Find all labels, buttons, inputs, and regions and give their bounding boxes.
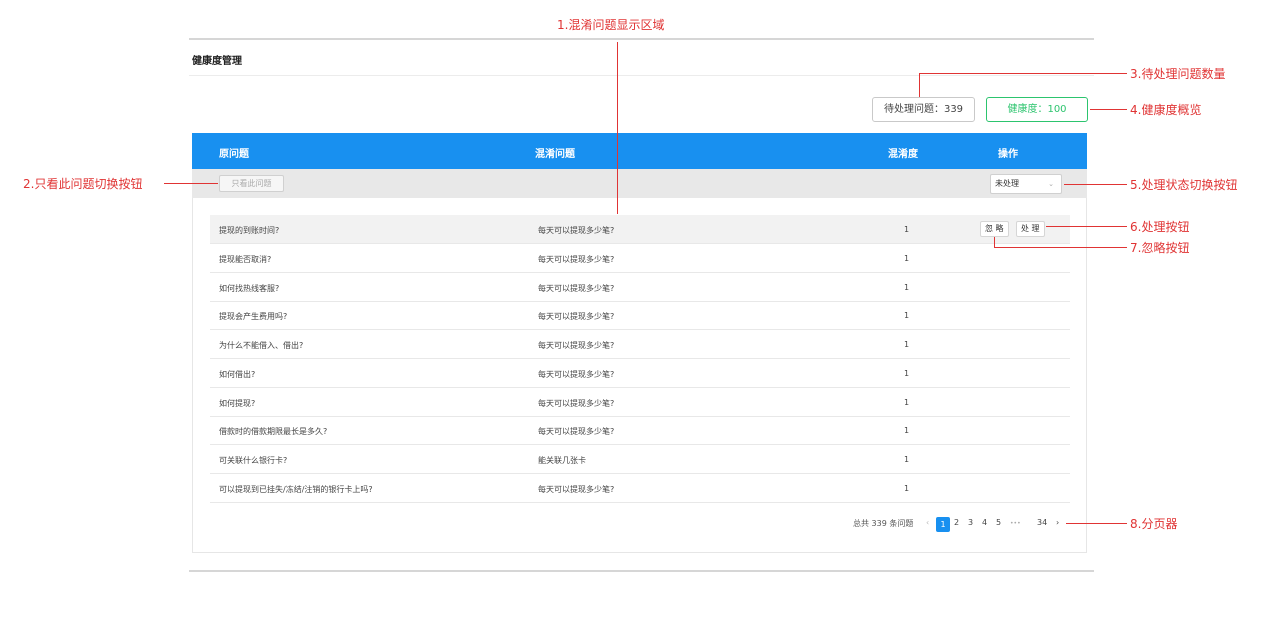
page-1-button[interactable]: 1: [936, 517, 950, 532]
annotation-2-line: [164, 183, 218, 184]
confusion-degree-cell: 1: [904, 426, 910, 436]
confused-question-cell: 能关联几张卡: [538, 456, 586, 465]
confused-question-cell: 每天可以提现多少笔?: [538, 369, 615, 379]
confused-question-cell: 每天可以提现多少笔?: [538, 398, 615, 408]
annotation-2: 2.只看此问题切换按钮: [23, 177, 143, 191]
confused-question-cell: 每天可以提现多少笔?: [538, 341, 615, 350]
annotation-3-line-h: [919, 73, 1127, 74]
original-question-cell: 借款时的借款期限最长是多久?: [219, 427, 328, 437]
last-page-button[interactable]: 34: [1037, 518, 1047, 527]
header-action: 操作: [998, 149, 1018, 160]
prev-page-button[interactable]: ‹: [926, 518, 929, 527]
header-original: 原问题: [219, 149, 249, 160]
process-button[interactable]: 处 理: [1016, 221, 1045, 237]
confusion-degree-cell: 1: [904, 340, 910, 349]
original-question-cell: 提现能否取消?: [219, 254, 272, 264]
confusion-degree-cell: 1: [904, 311, 910, 321]
header-confused: 混淆问题: [535, 149, 575, 160]
only-this-question-button[interactable]: 只看此问题: [219, 175, 284, 192]
table-row: 为什么不能借入、借出? 每天可以提现多少笔? 1: [210, 330, 1070, 359]
annotation-5-line: [1064, 184, 1127, 185]
annotation-5: 5.处理状态切换按钮: [1130, 178, 1238, 192]
bottom-divider: [189, 570, 1094, 572]
original-question-cell: 如何借出?: [219, 369, 256, 379]
more-pages-icon[interactable]: •••: [1010, 520, 1021, 527]
annotation-8-line: [1066, 523, 1127, 524]
confusion-degree-cell: 1: [904, 282, 910, 292]
confused-question-cell: 每天可以提现多少笔?: [538, 484, 615, 494]
confusion-degree-cell: 1: [904, 397, 910, 407]
confused-question-cell: 每天可以提现多少笔?: [538, 226, 615, 235]
annotation-6-line: [1046, 226, 1127, 227]
annotation-1: 1.混淆问题显示区域: [557, 18, 665, 32]
page-4-button[interactable]: 4: [982, 518, 987, 527]
table-row: 可关联什么银行卡? 能关联几张卡 1: [210, 445, 1070, 474]
confused-question-cell: 每天可以提现多少笔?: [538, 254, 615, 264]
status-filter-select[interactable]: 未处理 ⌄: [990, 174, 1062, 194]
table-row: 借款时的借款期限最长是多久? 每天可以提现多少笔? 1: [210, 416, 1070, 446]
page-3-button[interactable]: 3: [968, 518, 973, 527]
original-question-cell: 可关联什么银行卡?: [219, 456, 288, 465]
confusion-degree-cell: 1: [904, 455, 910, 464]
health-score-badge: 健康度：100: [986, 97, 1088, 122]
filter-bar: [192, 169, 1087, 198]
ignore-button[interactable]: 忽 略: [980, 221, 1009, 237]
original-question-cell: 可以提现到已挂失/冻结/注销的银行卡上吗?: [219, 484, 373, 494]
annotation-7: 7.忽略按钮: [1130, 241, 1190, 255]
pending-count-badge: 待处理问题：339: [872, 97, 975, 122]
page-5-button[interactable]: 5: [996, 518, 1001, 527]
annotation-7-line-v: [994, 237, 995, 247]
annotation-3: 3.待处理问题数量: [1130, 67, 1226, 81]
confused-question-cell: 每天可以提现多少笔?: [538, 283, 615, 293]
status-select-value: 未处理: [995, 179, 1019, 188]
original-question-cell: 提现的到账时间?: [219, 226, 280, 235]
page-title: 健康度管理: [192, 56, 242, 67]
top-divider: [189, 38, 1094, 40]
table-row: 提现的到账时间? 每天可以提现多少笔? 1 忽 略处 理: [210, 215, 1070, 244]
annotation-7-line-h: [994, 247, 1127, 248]
annotation-1-line: [617, 42, 618, 214]
annotation-3-line-v: [919, 73, 920, 97]
confusion-degree-cell: 1: [904, 483, 910, 493]
table-row: 提现能否取消? 每天可以提现多少笔? 1: [210, 244, 1070, 273]
confused-question-cell: 每天可以提现多少笔?: [538, 312, 615, 322]
original-question-cell: 提现会产生费用吗?: [219, 312, 288, 322]
original-question-cell: 如何提现?: [219, 398, 256, 408]
annotation-6: 6.处理按钮: [1130, 220, 1190, 234]
title-divider: [189, 75, 1094, 76]
confusion-degree-cell: 1: [904, 225, 910, 234]
table-row: 如何找热线客服? 每天可以提现多少笔? 1: [210, 273, 1070, 302]
table-row: 如何提现? 每天可以提现多少笔? 1: [210, 388, 1070, 417]
table-row: 如何借出? 每天可以提现多少笔? 1: [210, 359, 1070, 388]
header-degree: 混淆度: [888, 149, 918, 160]
table-row: 提现会产生费用吗? 每天可以提现多少笔? 1: [210, 301, 1070, 331]
original-question-cell: 为什么不能借入、借出?: [219, 341, 304, 350]
pagination-total: 总共 339 条问题: [853, 519, 914, 528]
table-row: 可以提现到已挂失/冻结/注销的银行卡上吗? 每天可以提现多少笔? 1: [210, 474, 1070, 503]
page-2-button[interactable]: 2: [954, 518, 959, 527]
annotation-4: 4.健康度概览: [1130, 103, 1202, 117]
original-question-cell: 如何找热线客服?: [219, 283, 280, 293]
confused-question-cell: 每天可以提现多少笔?: [538, 427, 615, 437]
confusion-degree-cell: 1: [904, 253, 910, 263]
confusion-degree-cell: 1: [904, 368, 910, 378]
annotation-8: 8.分页器: [1130, 517, 1178, 531]
annotation-4-line: [1090, 109, 1127, 110]
next-page-button[interactable]: ›: [1056, 518, 1059, 527]
chevron-down-icon: ⌄: [1048, 180, 1054, 188]
table-header: 原问题 混淆问题 混淆度 操作: [192, 133, 1087, 169]
